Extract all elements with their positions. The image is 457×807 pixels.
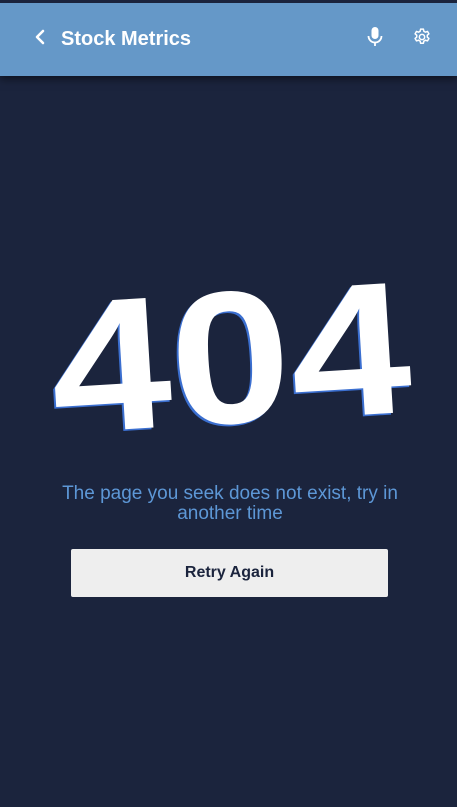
retry-button-label: Retry Again: [184, 564, 275, 581]
app-bar: Stock Metrics: [0, 0, 457, 76]
error-code-graphic: 404 404: [0, 248, 457, 458]
retry-button[interactable]: Retry Again: [71, 549, 388, 597]
error-message: The page you seek does not exist, try in…: [62, 483, 398, 524]
error-code-text: 404: [44, 248, 416, 458]
gear-icon: [412, 27, 432, 52]
settings-button[interactable]: [406, 23, 438, 55]
microphone-icon: [366, 26, 384, 53]
error-page: Stock Metrics 404 404 The page you seek …: [0, 0, 457, 807]
back-button[interactable]: [26, 23, 54, 55]
chevron-left-icon: [33, 28, 47, 51]
page-title: Stock Metrics: [61, 28, 192, 50]
microphone-button[interactable]: [359, 23, 391, 55]
